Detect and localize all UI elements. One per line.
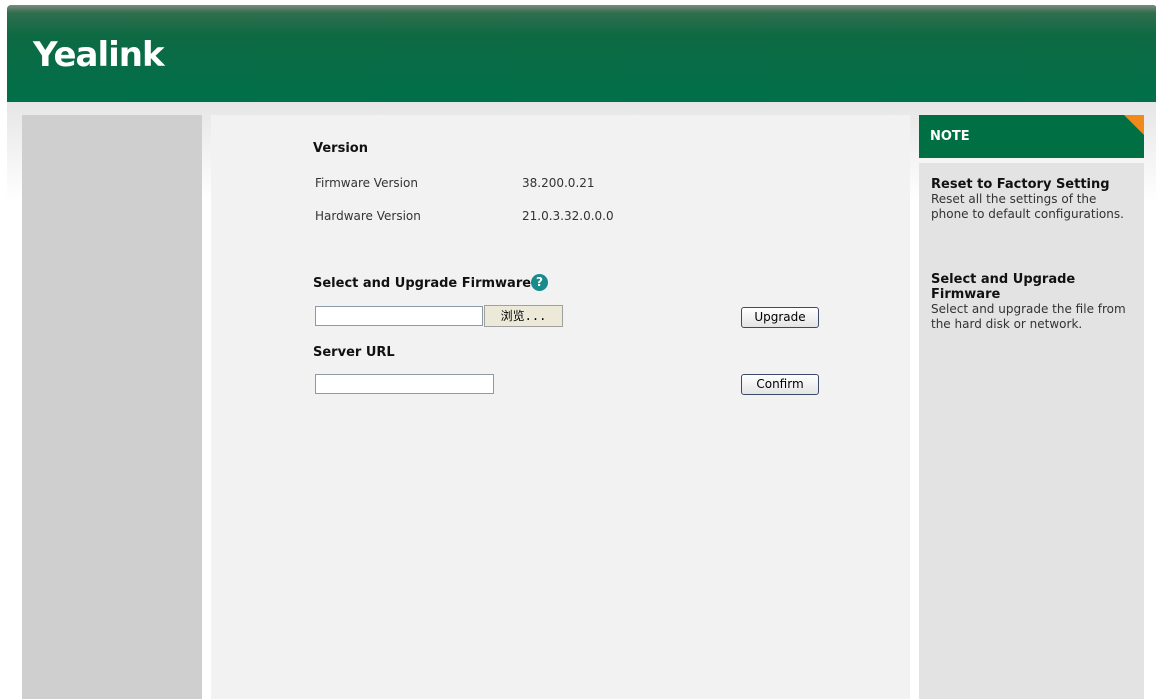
server-url-title: Server URL (313, 345, 395, 360)
note-item-factory-reset: Reset to Factory Setting Reset all the s… (931, 177, 1136, 222)
main-content: Version Firmware Version 38.200.0.21 Har… (211, 115, 910, 699)
question-circle-icon[interactable]: ? (531, 274, 548, 291)
note-header: NOTE (919, 115, 1144, 158)
yealink-logo: Yealink (33, 35, 165, 75)
header-bar: Yealink (7, 5, 1156, 102)
note-body: Reset all the settings of the phone to d… (931, 192, 1124, 221)
note-heading: Select and Upgrade Firmware (931, 272, 1076, 302)
firmware-file-input[interactable] (315, 306, 483, 326)
note-corner-accent (1124, 115, 1144, 135)
left-sidebar (22, 115, 202, 699)
hardware-version-label: Hardware Version (315, 209, 421, 223)
note-panel (919, 163, 1144, 699)
firmware-version-value: 38.200.0.21 (522, 176, 595, 190)
note-title: NOTE (930, 129, 970, 144)
confirm-button[interactable]: Confirm (741, 374, 819, 395)
hardware-version-value: 21.0.3.32.0.0.0 (522, 209, 614, 223)
note-body: Select and upgrade the file from the har… (931, 302, 1126, 331)
note-heading: Reset to Factory Setting (931, 177, 1110, 192)
firmware-version-label: Firmware Version (315, 176, 418, 190)
upgrade-firmware-title: Select and Upgrade Firmware (313, 276, 532, 291)
version-title: Version (313, 141, 368, 156)
server-url-input[interactable] (315, 374, 494, 394)
note-item-upgrade-firmware: Select and Upgrade Firmware Select and u… (931, 272, 1136, 332)
browse-button[interactable]: 浏览... (484, 305, 563, 327)
upgrade-button[interactable]: Upgrade (741, 307, 819, 328)
